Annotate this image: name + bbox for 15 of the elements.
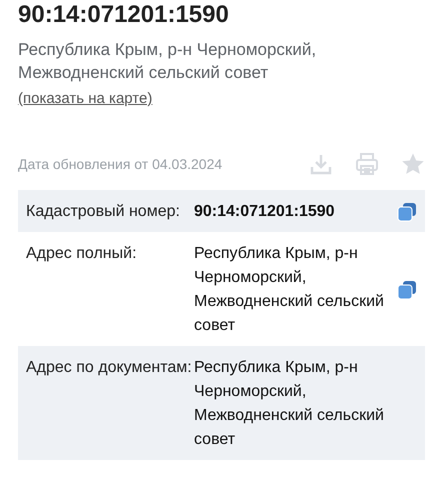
star-icon[interactable] — [401, 152, 425, 176]
field-label: Адрес полный: — [26, 244, 138, 264]
field-label: Адрес по документам: — [26, 358, 193, 378]
address-text: Республика Крым, р-н Черноморский, Межводненский сельский совет — [18, 39, 318, 84]
show-on-map-link[interactable]: (показать на карте) — [18, 90, 152, 107]
copy-icon[interactable] — [397, 202, 417, 222]
copy-icon[interactable] — [397, 280, 417, 300]
field-value: Республика Крым, р-н Черноморский, Межводненский сельский совет — [194, 358, 385, 450]
field-value: Республика Крым, р-н Черноморский, Межводненский сельский совет — [194, 244, 385, 336]
field-value: 90:14:071201:1590 — [194, 202, 335, 222]
field-label: Кадастровый номер: — [26, 202, 181, 222]
update-date: Дата обновления от 04.03.2024 — [18, 156, 224, 172]
print-icon[interactable] — [355, 152, 379, 176]
download-icon[interactable] — [309, 152, 333, 176]
cadastral-number-title: 90:14:071201:1590 — [18, 0, 230, 28]
